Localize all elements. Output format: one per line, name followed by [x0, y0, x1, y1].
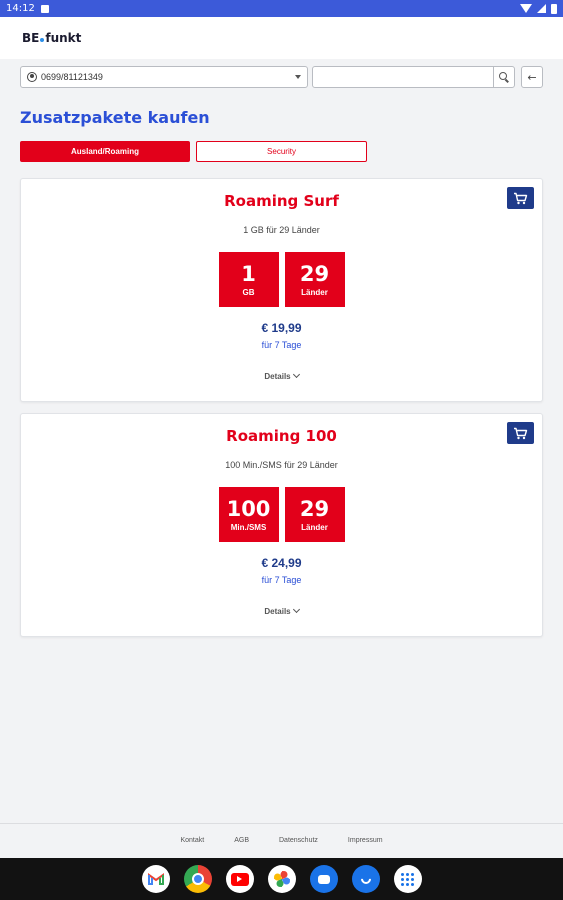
package-price: € 24,99 — [261, 556, 302, 570]
highlight-value: 29 — [299, 261, 330, 286]
package-card: Roaming 100 100 Min./SMS für 29 Länder 1… — [20, 413, 543, 637]
footer-link-kontakt[interactable]: Kontakt — [180, 837, 204, 844]
logo-text-left: BE — [22, 31, 40, 45]
back-button[interactable]: ← — [521, 66, 543, 88]
chevron-down-icon — [292, 370, 300, 379]
highlight-value: 100 — [226, 496, 271, 521]
tab-security[interactable]: Security — [196, 141, 367, 162]
highlight-unit: GB — [242, 287, 255, 297]
package-period: für 7 Tage — [261, 340, 302, 350]
status-time: 14:12 — [6, 3, 35, 14]
msisdn-select[interactable]: 0699/81121349 — [20, 66, 308, 88]
footer: Kontakt AGB Datenschutz Impressum — [0, 823, 563, 857]
app-header: BE funkt — [0, 17, 563, 59]
package-highlights: 1 GB 29 Länder — [21, 252, 542, 307]
user-icon — [27, 72, 37, 82]
highlight-unit: Länder — [301, 522, 328, 532]
package-subtitle: 100 Min./SMS für 29 Länder — [225, 460, 338, 470]
highlight-box-data: 1 GB — [218, 252, 279, 307]
wifi-icon — [520, 4, 532, 13]
msisdn-value: 0699/81121349 — [41, 72, 103, 82]
message-bubble — [317, 874, 330, 884]
youtube-play — [230, 872, 249, 886]
chevron-down-icon — [295, 75, 301, 79]
details-toggle[interactable]: Details — [21, 370, 542, 381]
photos-icon[interactable] — [267, 865, 296, 893]
notification-icon — [40, 4, 49, 13]
package-card: Roaming Surf 1 GB für 29 Länder 1 GB 29 … — [20, 178, 543, 402]
logo-text-right: funkt — [45, 31, 82, 45]
footer-link-datenschutz[interactable]: Datenschutz — [279, 837, 318, 844]
app-dock — [0, 858, 563, 900]
battery-icon — [551, 3, 557, 14]
package-highlights: 100 Min./SMS 29 Länder — [21, 487, 542, 542]
gmail-glyph — [147, 873, 164, 885]
app-drawer-icon[interactable] — [393, 865, 422, 893]
package-title: Roaming 100 — [226, 427, 337, 445]
details-label: Details — [264, 607, 291, 616]
search-row: 0699/81121349 ← — [20, 66, 543, 88]
arrow-left-icon: ← — [527, 70, 537, 84]
highlight-unit: Länder — [301, 287, 328, 297]
highlight-box-countries: 29 Länder — [284, 252, 345, 307]
logo-dot — [40, 38, 45, 42]
package-price: € 19,99 — [261, 321, 302, 335]
search-button[interactable] — [493, 66, 515, 88]
phone-handset — [358, 871, 373, 887]
package-title: Roaming Surf — [224, 192, 339, 210]
search-icon — [499, 72, 507, 80]
messages-icon[interactable] — [309, 865, 338, 893]
package-period: für 7 Tage — [261, 575, 302, 585]
highlight-box-countries: 29 Länder — [284, 487, 345, 542]
phone-icon[interactable] — [351, 865, 380, 893]
gmail-icon[interactable] — [141, 865, 170, 893]
app-grid — [401, 872, 414, 886]
details-toggle[interactable]: Details — [21, 605, 542, 616]
chrome-icon[interactable] — [183, 865, 212, 893]
highlight-value: 1 — [241, 261, 256, 286]
highlight-value: 29 — [299, 496, 330, 521]
search-input[interactable] — [312, 66, 494, 88]
chrome-center — [191, 873, 204, 885]
package-subtitle: 1 GB für 29 Länder — [243, 225, 320, 235]
footer-link-agb[interactable]: AGB — [234, 837, 249, 844]
photos-glyph — [273, 871, 290, 887]
highlight-unit: Min./SMS — [230, 522, 267, 532]
tab-ausland-roaming[interactable]: Ausland/Roaming — [20, 141, 190, 162]
befunkt-logo[interactable]: BE funkt — [22, 31, 81, 45]
chevron-down-icon — [292, 605, 300, 614]
footer-link-impressum[interactable]: Impressum — [348, 837, 383, 844]
status-bar: 14:12 — [0, 0, 563, 17]
details-label: Details — [264, 372, 291, 381]
highlight-box-minutes: 100 Min./SMS — [218, 487, 279, 542]
page-title: Zusatzpakete kaufen — [20, 108, 210, 127]
youtube-icon[interactable] — [225, 865, 254, 893]
signal-icon — [537, 4, 546, 13]
status-indicators — [520, 3, 557, 14]
